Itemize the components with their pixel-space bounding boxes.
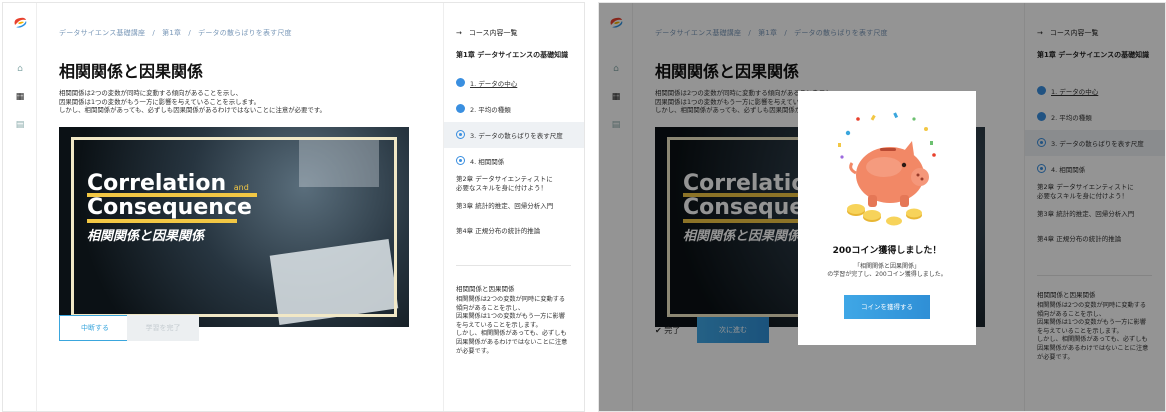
check-circle-icon — [456, 78, 465, 87]
hero-heading-line1: Correlation and — [87, 171, 249, 196]
modal-message: 「相関関係と因果関係」 の学習が完了し、200コイン獲得しました。 — [827, 263, 947, 278]
lesson-item-active[interactable]: 3. データの散らばりを表す尺度 — [444, 122, 584, 148]
description-line: しかし、相関関係があっても、必ずしも因果関係があるわけではないことに注意が必要で… — [59, 106, 326, 114]
coin-reward-modal: 200コイン獲得しました！ 「相関関係と因果関係」 の学習が完了し、200コイン… — [798, 91, 976, 345]
interrupt-button[interactable]: 中断する — [59, 315, 131, 341]
screenshot-stage: ⌂ ▦ ▤ データサイエンス基礎講座 / 第1章 / データの散らばりを表す尺度… — [0, 0, 1166, 412]
play-circle-icon — [456, 130, 465, 139]
description-line: 因果関係は1つの変数がもう一方に影響を与えていることを示します。 — [59, 97, 261, 106]
lesson-label: 3. データの散らばりを表す尺度 — [470, 132, 563, 140]
chapter-link[interactable]: 第4章 正規分布の統計的推論 — [456, 227, 540, 236]
lesson-panel-after: ⌂ ▦ ▤ データサイエンス基礎講座 / 第1章 / データの散らばりを表す尺度… — [598, 2, 1166, 412]
course-contents-link[interactable]: → コース内容一覧 — [456, 28, 518, 38]
summary-title: 相関関係と因果関係 — [456, 285, 515, 293]
complete-button[interactable]: 学習を完了 — [127, 315, 199, 341]
modal-title: 200コイン獲得しました！ — [832, 246, 942, 256]
chapter-link[interactable]: 第2章 データサイエンティストに 必要なスキルを身に付けよう！ — [456, 175, 553, 193]
lesson-description: 相関関係は2つの変数が同時に変動する傾向があることを示し、 因果関係は1つの変数… — [59, 89, 399, 115]
piggy-bank-icon — [838, 112, 936, 226]
home-icon[interactable]: ⌂ — [14, 63, 26, 75]
course-outline-sidebar: → コース内容一覧 第1章 データサイエンスの基礎知識 1. データの中心 2.… — [443, 3, 584, 411]
lesson-main: データサイエンス基礎講座 / 第1章 / データの散らばりを表す尺度 相関関係と… — [37, 3, 445, 411]
page-title: 相関関係と因果関係 — [59, 62, 204, 81]
play-circle-icon — [456, 156, 465, 165]
icon-rail: ⌂ ▦ ▤ — [3, 3, 37, 411]
divider — [456, 265, 571, 266]
lesson-summary: 相関関係は2つの変数が同時に変動する 傾向があることを示し、 因果関係は1つの変数が… — [456, 296, 568, 355]
claim-coins-button[interactable]: コインを獲得する — [844, 295, 930, 319]
check-circle-icon — [456, 104, 465, 113]
book-icon[interactable]: ▦ — [14, 91, 26, 103]
lesson-video-thumbnail[interactable]: Correlation and Consequence 相関関係と因果関係 — [59, 127, 409, 327]
chapter-link[interactable]: 第3章 統計的推定、回帰分析入門 — [456, 202, 553, 211]
app-logo[interactable] — [12, 15, 28, 31]
lesson-label: 4. 相関関係 — [470, 158, 505, 166]
lesson-item[interactable]: 4. 相関関係 — [444, 148, 584, 174]
lesson-item[interactable]: 1. データの中心 — [444, 70, 584, 96]
chapter-title: 第1章 データサイエンスの基礎知識 — [456, 51, 569, 59]
lesson-label: 1. データの中心 — [470, 80, 518, 88]
hero-heading-line2: Consequence — [87, 195, 252, 220]
lesson-item[interactable]: 2. 平均の種類 — [444, 96, 584, 122]
description-line: 相関関係は2つの変数が同時に変動する傾向があることを示し、 — [59, 89, 243, 97]
hero-subheading: 相関関係と因果関係 — [87, 229, 205, 244]
lesson-label: 2. 平均の種類 — [470, 106, 511, 114]
calendar-icon[interactable]: ▤ — [14, 119, 26, 131]
lesson-panel-before: ⌂ ▦ ▤ データサイエンス基礎講座 / 第1章 / データの散らばりを表す尺度… — [2, 2, 585, 412]
breadcrumb[interactable]: データサイエンス基礎講座 / 第1章 / データの散らばりを表す尺度 — [59, 28, 292, 38]
